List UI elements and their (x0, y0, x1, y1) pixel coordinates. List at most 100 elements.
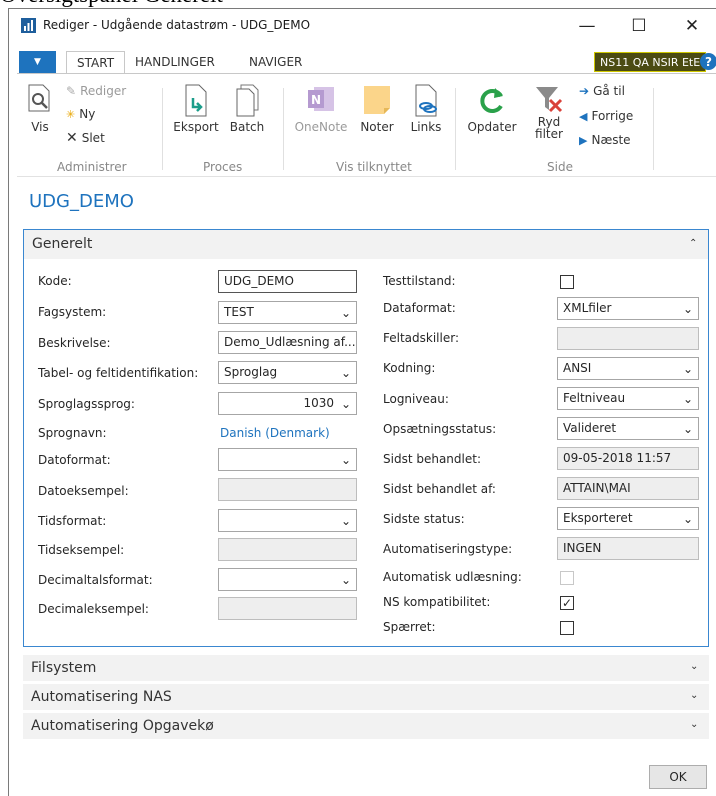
eksport-button[interactable]: Eksport (171, 84, 221, 134)
opsaetningsstatus-select[interactable]: Valideret ⌄ (557, 417, 699, 440)
dataformat-label: Dataformat: (383, 301, 456, 315)
chevron-down-icon[interactable]: ⌄ (690, 661, 698, 672)
close-icon: ✕ (684, 16, 700, 36)
export-icon (185, 84, 207, 117)
opdater-button[interactable]: Opdater (464, 84, 520, 134)
chevron-down-icon[interactable]: ⌄ (690, 719, 698, 730)
close-button[interactable]: ✕ (669, 9, 715, 43)
minimize-button[interactable]: — (564, 9, 610, 43)
title-bar: Rediger - Udgående datastrøm - UDG_DEMO … (9, 9, 716, 43)
automatiseringstype-label: Automatiseringstype: (383, 542, 513, 556)
chevron-down-icon: ⌄ (340, 397, 351, 411)
ribbon-separator (283, 88, 284, 170)
sidst-behandlet-af-field: ATTAIN\MAI (557, 477, 699, 500)
kode-field[interactable]: UDG_DEMO (218, 270, 357, 293)
decimaleksempel-field (218, 597, 357, 620)
ga-til-button[interactable]: ➔ Gå til (579, 84, 625, 98)
ribbon-separator (455, 88, 456, 170)
chevron-down-icon[interactable]: ⌄ (690, 690, 698, 701)
ny-label: Ny (79, 107, 96, 121)
logniveau-select[interactable]: Feltniveau ⌄ (557, 387, 699, 410)
opsaetningsstatus-value: Valideret (563, 421, 617, 435)
ribbon-separator (653, 88, 654, 170)
automatiseringstype-value: INGEN (563, 541, 602, 555)
tab-handlinger[interactable]: HANDLINGER (125, 51, 225, 73)
company-badge[interactable]: NS11 QA NSIR EtE (594, 52, 707, 72)
maximize-button[interactable]: ☐ (616, 9, 662, 43)
sidst-behandlet-af-value: ATTAIN\MAI (563, 481, 631, 495)
fasttab-automatisering-opgavekoe[interactable]: Automatisering Opgavekø ⌄ (23, 713, 709, 739)
slet-button[interactable]: ✕ Slet (66, 130, 105, 146)
decimaltalsformat-select[interactable]: ⌄ (218, 568, 357, 591)
chevron-down-icon: ⌄ (682, 362, 693, 376)
application-menu-button[interactable]: ▼ (19, 51, 56, 73)
sproglagssprog-select[interactable]: 1030 ⌄ (218, 392, 357, 415)
tidsformat-label: Tidsformat: (38, 514, 107, 528)
pencil-icon: ✎ (66, 84, 77, 98)
tab-start[interactable]: START (66, 51, 126, 74)
fasttab-automatisering-nas-title: Automatisering NAS (31, 689, 172, 705)
links-button[interactable]: Links (406, 84, 446, 134)
fagsystem-select[interactable]: TEST ⌄ (218, 301, 357, 324)
tidseksempel-field (218, 538, 357, 561)
ribbon-tab-row: ▼ START HANDLINGER NAVIGER NS11 QA NSIR … (9, 51, 716, 74)
kodning-value: ANSI (563, 361, 592, 375)
ns-kompatibilitet-checkbox[interactable]: ✓ (560, 596, 574, 610)
forrige-button[interactable]: ◀ Forrige (579, 109, 633, 123)
naeste-button[interactable]: ▶ Næste (579, 133, 631, 147)
beskrivelse-field[interactable]: Demo_Udlæsning af... (218, 331, 357, 354)
ny-button[interactable]: ✳ Ny (66, 107, 95, 121)
links-label: Links (410, 120, 442, 134)
datoeksempel-field (218, 478, 357, 501)
datoformat-select[interactable]: ⌄ (218, 448, 357, 471)
group-label-proces: Proces (203, 160, 243, 174)
chevron-down-icon: ⌄ (340, 573, 351, 587)
kodning-select[interactable]: ANSI ⌄ (557, 357, 699, 380)
link-icon (415, 84, 437, 117)
dataformat-value: XMLfiler (563, 301, 612, 315)
chevron-down-icon: ⌄ (682, 302, 693, 316)
fasttab-automatisering-nas[interactable]: Automatisering NAS ⌄ (23, 684, 709, 710)
automatisk-udlaesning-checkbox (560, 571, 574, 585)
naeste-label: Næste (591, 133, 631, 147)
ok-button[interactable]: OK (649, 765, 707, 789)
fasttab-filsystem[interactable]: Filsystem ⌄ (23, 655, 709, 681)
tabel-feltidentifikation-select[interactable]: Sproglag ⌄ (218, 361, 357, 384)
sidst-behandlet-field: 09-05-2018 11:57 (557, 447, 699, 470)
group-label-vis-tilknyttet: Vis tilknyttet (336, 160, 412, 174)
noter-button[interactable]: Noter (356, 84, 398, 134)
document-caption: Oversigtspanel Generelt (0, 0, 716, 8)
ribbon: Vis ✎ Rediger ✳ Ny ✕ Slet Administrer Ekspo… (17, 73, 716, 177)
checkmark-icon: ✓ (561, 596, 573, 610)
dataformat-select[interactable]: XMLfiler ⌄ (557, 297, 699, 320)
fasttab-generelt-header[interactable]: Generelt ⌃ (24, 230, 708, 259)
sprognavn-link[interactable]: Danish (Denmark) (220, 426, 330, 440)
chevron-down-icon: ⌄ (682, 422, 693, 436)
vis-label: Vis (31, 120, 49, 134)
note-icon (364, 86, 390, 114)
svg-text:N: N (311, 93, 321, 107)
edit-window: Rediger - Udgående datastrøm - UDG_DEMO … (8, 8, 716, 796)
tab-naviger[interactable]: NAVIGER (239, 51, 312, 73)
opdater-label: Opdater (467, 120, 517, 134)
rediger-button[interactable]: ✎ Rediger (66, 84, 126, 98)
chevron-down-icon: ⌄ (340, 453, 351, 467)
group-label-side: Side (547, 160, 573, 174)
onenote-button[interactable]: N OneNote (292, 84, 350, 134)
chevron-up-icon[interactable]: ⌃ (689, 238, 697, 249)
ryd-filter-button[interactable]: Ryd filter (526, 84, 572, 141)
sprognavn-label: Sprognavn: (38, 426, 107, 440)
tidseksempel-label: Tidseksempel: (38, 543, 125, 557)
spaerret-label: Spærret: (383, 620, 436, 634)
batch-button[interactable]: Batch (225, 84, 269, 134)
tidsformat-select[interactable]: ⌄ (218, 509, 357, 532)
fasttab-generelt-title: Generelt (32, 236, 93, 252)
spaerret-checkbox[interactable] (560, 621, 574, 635)
sidste-status-value: Eksporteret (563, 511, 633, 525)
testtilstand-checkbox[interactable] (560, 275, 574, 289)
help-icon[interactable]: ? (700, 53, 716, 70)
vis-button[interactable]: Vis (21, 84, 59, 134)
sidste-status-select[interactable]: Eksporteret ⌄ (557, 507, 699, 530)
decimaltalsformat-label: Decimaltalsformat: (38, 573, 153, 587)
sidste-status-label: Sidste status: (383, 512, 465, 526)
